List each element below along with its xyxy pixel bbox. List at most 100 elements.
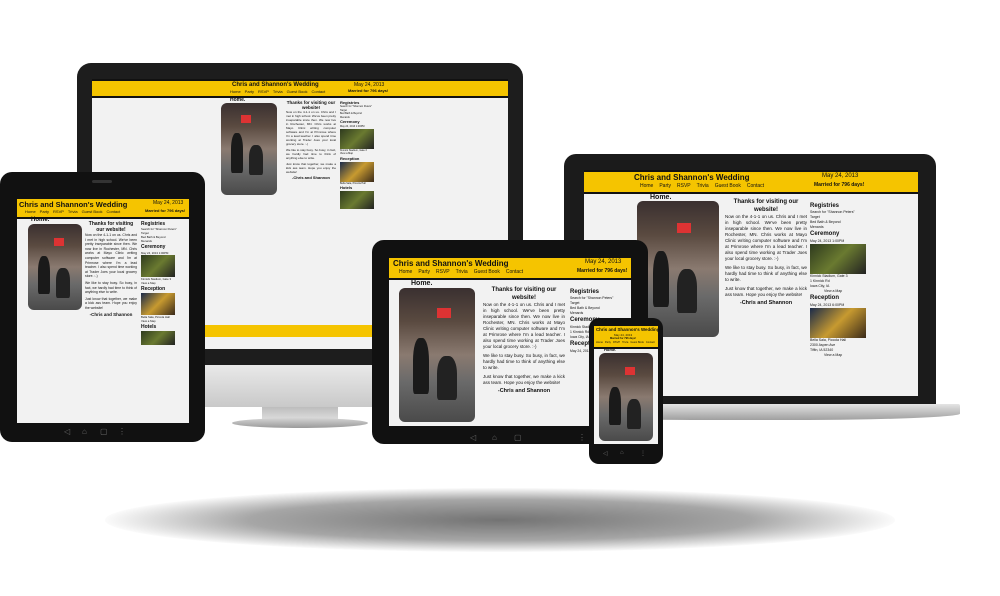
nav-party[interactable]: Party [40,209,49,214]
main-nav: Home Party RSVP Trivia Guest Book Contact [399,269,523,275]
menu-icon[interactable]: ⋮ [118,427,126,436]
menu-icon[interactable]: ⋮ [578,433,586,442]
nav-party[interactable]: Party [418,269,430,275]
wedding-date: May 24, 2013 [153,200,184,206]
intro-heading: Thanks for visiting our website! [88,221,134,233]
nav-home[interactable]: Home [230,89,241,94]
reception-thumbnail [340,161,374,182]
intro-block: Thanks for visiting our website! Now on … [483,286,565,394]
intro-paragraph-3: Just know that together, we make a kick … [85,296,137,310]
engagement-photo [599,353,653,441]
wedding-date: May 24, 2013 [822,173,859,179]
nav-trivia[interactable]: Trivia [697,183,709,189]
intro-paragraph-1: Now on the 4-1-1 on us. Chris and I met … [85,233,137,279]
nav-contact[interactable]: Contact [106,209,120,214]
home-heading: Home. [604,347,617,352]
nav-guest-book[interactable]: Guest Book [287,89,308,94]
nav-rsvp[interactable]: RSVP [53,209,64,214]
site-header: Chris and Shannon's Wedding May 24, 2013… [17,197,189,219]
intro-paragraph-2: We like to stay busy. So busy, in fact, … [286,148,336,160]
nav-guest-book[interactable]: Guest Book [474,269,500,275]
reception-heading: Reception [141,286,166,292]
married-counter: Married for 796 days! [577,268,628,274]
intro-paragraph-3: Just know that together, we make a kick … [725,286,807,297]
intro-paragraph-2: We like to stay busy. So busy, in fact, … [725,265,807,282]
intro-heading: Thanks for visiting our website! [733,199,799,213]
nav-home[interactable]: Home [640,183,653,189]
phone-screen: Chris and Shannon's Wedding May 24, 2013… [594,324,658,444]
nav-trivia[interactable]: Trivia [456,269,468,275]
sidebar: Registries Search for "Shannon Peters" T… [810,202,870,358]
site-title: Chris and Shannon's Wedding [232,82,319,88]
nav-home[interactable]: Home [596,341,603,344]
nav-trivia[interactable]: Trivia [622,341,628,344]
intro-heading: Thanks for visiting our website! [491,287,557,301]
menu-icon[interactable]: ⋮ [640,450,646,457]
intro-paragraph-3: Just know that together, we make a kick … [286,162,336,174]
home-icon[interactable]: ⌂ [492,433,497,442]
back-icon[interactable]: ◁ [470,433,476,442]
ceremony-thumbnail [141,255,175,277]
wedding-date: May 24, 2013 [585,259,622,265]
intro-paragraph-2: We like to stay busy. So busy, in fact, … [85,280,137,295]
intro-signature: -Chris and Shannon [89,311,133,317]
nav-contact[interactable]: Contact [747,183,764,189]
reception-view-map[interactable]: View a Map [810,353,870,358]
nav-party[interactable]: Party [605,341,611,344]
home-heading: Home. [650,194,672,201]
registries-subtext: Search for "Shannon Peters" [340,105,372,108]
main-nav: Home Party RSVP Trivia Guest Book Contact [230,89,325,94]
married-counter: Married for 796 days! [610,337,637,340]
nav-guest-book[interactable]: Guest Book [715,183,741,189]
intro-paragraph-1: Now on the 4-1-1 on us. Chris and I met … [725,214,807,261]
married-counter: Married for 796 days! [145,208,186,213]
intro-paragraph-1: Now on the 4-1-1 on us. Chris and I met … [483,302,565,349]
nav-home[interactable]: Home [399,269,412,275]
nav-guest-book[interactable]: Guest Book [82,209,103,214]
intro-block: Thanks for visiting our website! Now on … [725,198,807,306]
back-icon[interactable]: ◁ [64,427,70,436]
home-icon[interactable]: ⌂ [82,427,87,436]
nav-guest-book[interactable]: Guest Book [630,341,644,344]
nav-rsvp[interactable]: RSVP [677,183,691,189]
tablet-left-screen: Chris and Shannon's Wedding May 24, 2013… [17,197,189,423]
home-icon[interactable]: ⌂ [620,450,624,456]
engagement-photo [399,288,475,422]
home-heading: Home. [31,217,50,223]
intro-signature: -Chris and Shannon [739,300,793,306]
recent-apps-icon[interactable]: ▢ [514,433,522,442]
sidebar: Registries Search for "Shannon Peters" T… [340,100,376,209]
intro-signature: -Chris and Shannon [497,388,551,394]
married-counter: Married for 796 days! [348,88,389,93]
married-counter: Married for 796 days! [814,182,865,188]
site-header: Chris and Shannon's Wedding May 24, 2013… [594,324,658,349]
intro-paragraph-2: We like to stay busy. So busy, in fact, … [483,353,565,370]
nav-home[interactable]: Home [25,209,36,214]
back-icon[interactable]: ◁ [603,450,608,457]
nav-party[interactable]: Party [245,89,254,94]
nav-contact[interactable]: Contact [506,269,523,275]
ceremony-heading: Ceremony [810,231,840,237]
hotels-thumbnail [340,191,374,209]
nav-trivia[interactable]: Trivia [273,89,283,94]
reception-thumbnail [810,308,866,338]
ceremony-thumbnail [810,244,866,274]
nav-rsvp[interactable]: RSVP [258,89,269,94]
engagement-photo [221,103,277,195]
ceremony-heading: Ceremony [141,244,166,250]
recent-apps-icon[interactable]: ▢ [100,427,108,436]
intro-signature: -Chris and Shannon [292,175,330,180]
site-title: Chris and Shannon's Wedding [19,200,128,209]
nav-rsvp[interactable]: RSVP [436,269,450,275]
registries-heading: Registries [810,203,840,209]
nav-rsvp[interactable]: RSVP [613,341,620,344]
main-nav: Home Party RSVP Trivia Guest Book Contact [596,341,655,344]
nav-party[interactable]: Party [659,183,671,189]
nav-trivia[interactable]: Trivia [68,209,78,214]
ceremony-time: May 24, 2013 1:00PM [141,251,169,255]
tablet-left-camera [92,180,112,183]
nav-contact[interactable]: Contact [311,89,325,94]
device-shadow [105,488,895,552]
nav-contact[interactable]: Contact [646,341,655,344]
intro-block: Thanks for visiting our website! Now on … [286,100,336,180]
